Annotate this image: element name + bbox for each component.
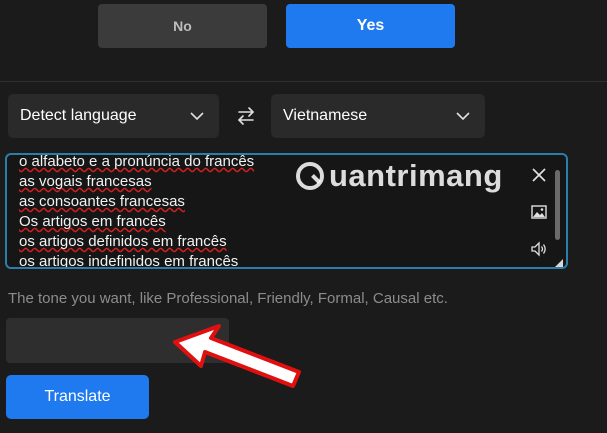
text-line-content: o alfabeto e a pronúncia do francês [19,153,255,170]
text-line-content: os artigos definidos em francês [19,233,227,250]
target-language-label: Vietnamese [283,107,368,124]
divider [0,81,607,82]
text-line: as consoantes francesas [19,192,254,212]
swap-arrows-icon[interactable] [234,104,258,128]
yes-button[interactable]: Yes [286,4,455,48]
chevron-down-icon [190,112,204,121]
text-line: o alfabeto e a pronúncia do francês [19,153,255,172]
close-icon[interactable] [531,167,547,183]
text-line: os artigos indefinidos em francês [19,252,254,269]
source-language-label: Detect language [20,107,137,124]
text-line-content: Os artigos em francês [19,213,166,230]
translate-button[interactable]: Translate [6,375,149,419]
source-language-select[interactable]: Detect language [8,94,219,138]
watermark-text: uantrimang [329,158,503,193]
annotation-arrow-icon [173,324,301,388]
chevron-down-icon [456,112,470,121]
text-line-content: as vogais francesas [19,173,152,190]
speaker-icon[interactable] [531,241,548,257]
source-text-lines: o alfabeto e a pronúncia do francês as v… [19,153,255,269]
text-line: os artigos definidos em francês [19,232,254,252]
resize-handle-icon[interactable] [555,259,563,267]
text-line-content: as consoantes francesas [19,193,185,210]
image-icon[interactable] [531,205,547,219]
text-area-scrollbar[interactable] [555,170,560,240]
target-language-select[interactable]: Vietnamese [271,94,485,138]
watermark-logo-icon [296,162,324,190]
text-line: as vogais francesas [19,172,254,192]
no-button[interactable]: No [98,4,267,48]
text-line-content: os artigos indefinidos em francês [19,253,239,269]
watermark: uantrimang [295,158,503,194]
tone-placeholder-label: The tone you want, like Professional, Fr… [8,290,448,307]
text-line: Os artigos em francês [19,212,254,232]
